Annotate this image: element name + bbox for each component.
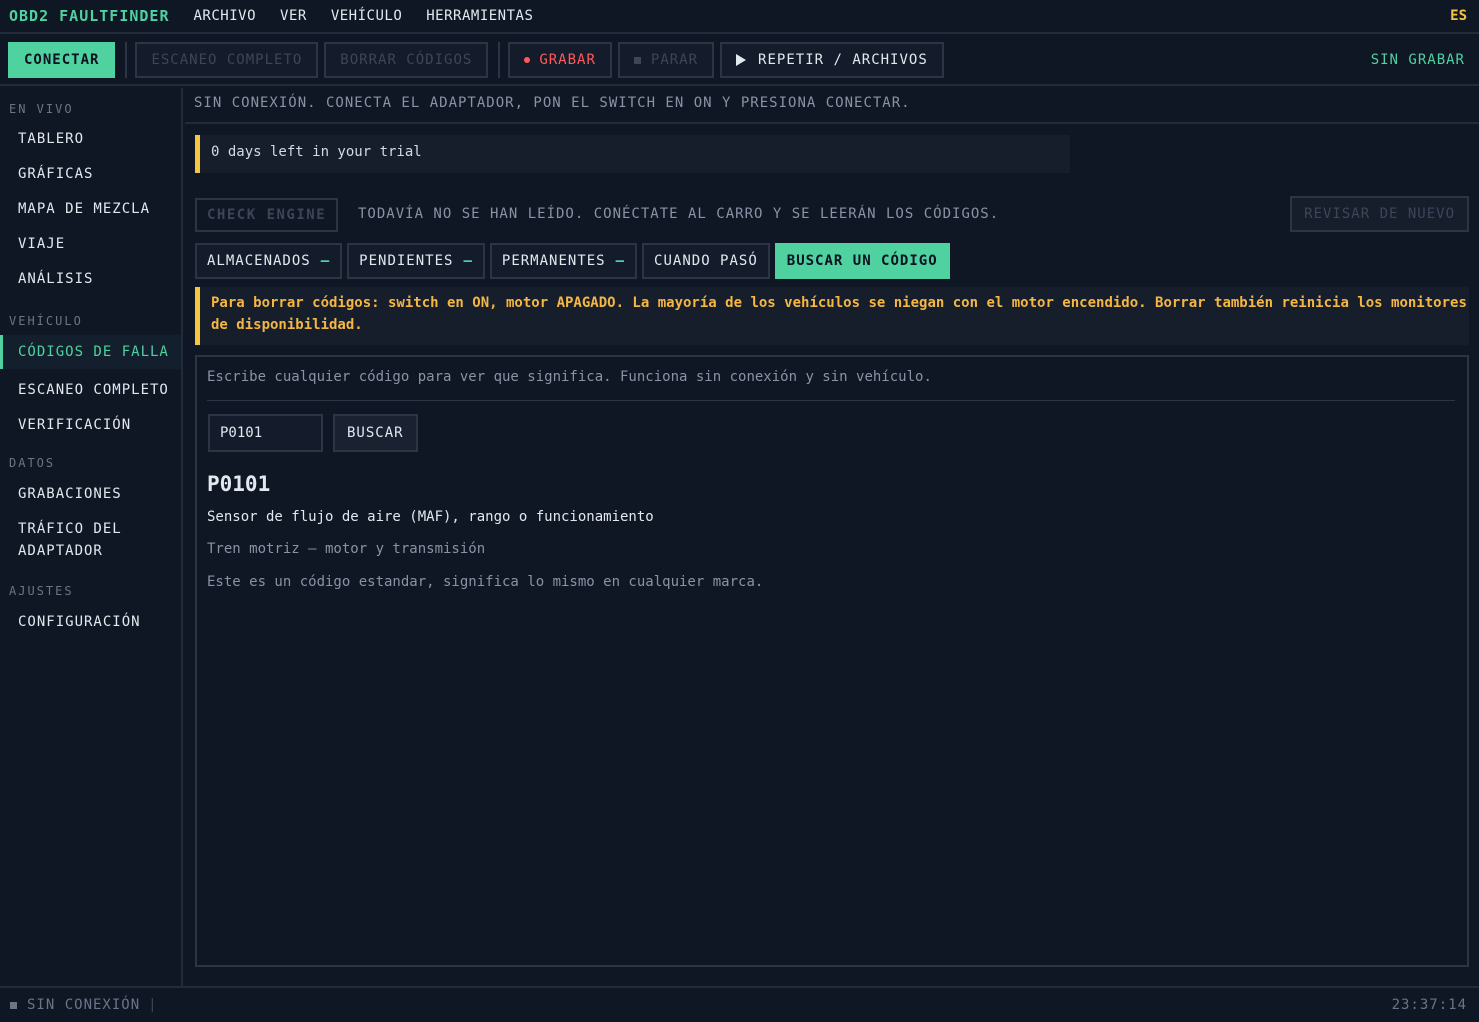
connect-button[interactable]: CONECTAR (8, 42, 116, 78)
code-note: Este es un código estandar, significa lo… (207, 574, 764, 590)
sidebar-item-codigos-falla[interactable]: CÓDIGOS DE FALLA (0, 335, 181, 369)
menu-herramientas[interactable]: HERRAMIENTAS (426, 8, 533, 24)
code-category: Tren motriz — motor y transmisión (207, 541, 486, 557)
tab-label: PENDIENTES (359, 253, 454, 269)
sidebar-item-mapa-mezcla[interactable]: MAPA DE MEZCLA (0, 192, 181, 226)
app-brand: OBD2 FAULTFINDER (9, 7, 170, 25)
play-icon (736, 54, 747, 66)
sidebar-section-live: EN VIVO (9, 102, 74, 116)
tab-pendientes[interactable]: PENDIENTES – (347, 243, 485, 279)
dtc-tabs: ALMACENADOS – PENDIENTES – PERMANENTES –… (195, 243, 955, 279)
replay-label: REPETIR / ARCHIVOS (758, 52, 928, 68)
connection-message: SIN CONEXIÓN. CONECTA EL ADAPTADOR, PON … (185, 88, 1479, 124)
menu-bar: OBD2 FAULTFINDER ARCHIVO VER VEHÍCULO HE… (0, 0, 1479, 34)
toolbar-divider (498, 42, 501, 78)
stop-label: PARAR (650, 52, 699, 68)
check-engine-indicator: CHECK ENGINE (195, 198, 339, 232)
stop-button[interactable]: PARAR (617, 42, 715, 78)
tab-almacenados[interactable]: ALMACENADOS – (195, 243, 343, 279)
sidebar-item-escaneo-completo[interactable]: ESCANEO COMPLETO (0, 373, 181, 407)
sidebar-item-trafico-adaptador[interactable]: TRÁFICO DEL ADAPTADOR (0, 512, 181, 568)
code-description: Sensor de flujo de aire (MAF), rango o f… (207, 509, 654, 525)
record-label: GRABAR (539, 52, 596, 68)
sidebar-section-settings: AJUSTES (9, 584, 74, 598)
toolbar-divider (125, 42, 128, 78)
sidebar-item-graficas[interactable]: GRÁFICAS (0, 157, 181, 191)
status-square-icon (10, 1001, 17, 1009)
sidebar-item-viaje[interactable]: VIAJE (0, 227, 181, 261)
tab-label: BUSCAR UN CÓDIGO (786, 253, 938, 269)
app-window: OBD2 FAULTFINDER ARCHIVO VER VEHÍCULO HE… (0, 0, 1479, 1022)
code-search-input[interactable] (208, 414, 323, 452)
sidebar: EN VIVO TABLERO GRÁFICAS MAPA DE MEZCLA … (0, 88, 183, 986)
sidebar-item-verificacion[interactable]: VERIFICACIÓN (0, 408, 181, 442)
status-divider: | (148, 997, 158, 1013)
sidebar-item-analisis[interactable]: ANÁLISIS (0, 262, 181, 296)
recording-status: SIN GRABAR (1370, 52, 1465, 68)
tab-label: ALMACENADOS (207, 253, 311, 269)
sidebar-section-vehicle: VEHÍCULO (9, 314, 83, 328)
tab-label: CUANDO PASÓ (654, 253, 758, 269)
status-bar: SIN CONEXIÓN | 23:37:14 (0, 986, 1479, 1022)
clear-codes-button[interactable]: BORRAR CÓDIGOS (324, 42, 489, 78)
code-title: P0101 (207, 472, 271, 496)
sidebar-item-tablero[interactable]: TABLERO (0, 122, 181, 156)
menu-archivo[interactable]: ARCHIVO (194, 8, 257, 24)
record-button[interactable]: GRABAR (508, 42, 612, 78)
status-clock: 23:37:14 (1391, 997, 1467, 1013)
clear-codes-warning: Para borrar códigos: switch en ON, motor… (195, 287, 1469, 345)
tab-cuando-paso[interactable]: CUANDO PASÓ (642, 243, 770, 279)
menu-ver[interactable]: VER (280, 8, 307, 24)
stop-square-icon (633, 56, 641, 64)
tab-buscar-codigo[interactable]: BUSCAR UN CÓDIGO (774, 243, 950, 279)
tab-count: – (320, 253, 331, 269)
tab-permanentes[interactable]: PERMANENTES – (489, 243, 638, 279)
tab-count: – (463, 253, 473, 269)
sidebar-section-data: DATOS (9, 456, 56, 470)
record-dot-icon (524, 57, 531, 63)
check-engine-message: TODAVÍA NO SE HAN LEÍDO. CONÉCTATE AL CA… (358, 206, 1000, 222)
language-toggle[interactable]: ES (1450, 8, 1467, 24)
sidebar-item-grabaciones[interactable]: GRABACIONES (0, 477, 181, 511)
connection-status-text: SIN CONEXIÓN (27, 997, 141, 1013)
replay-files-button[interactable]: REPETIR / ARCHIVOS (720, 42, 944, 78)
full-scan-button[interactable]: ESCANEO COMPLETO (135, 42, 319, 78)
code-lookup-panel: Escribe cualquier código para ver que si… (195, 355, 1469, 967)
search-button[interactable]: BUSCAR (333, 414, 418, 452)
toolbar: CONECTAR ESCANEO COMPLETO BORRAR CÓDIGOS… (0, 36, 1479, 86)
tab-count: – (615, 253, 626, 269)
trial-banner: 0 days left in your trial (195, 135, 1070, 173)
lookup-hint: Escribe cualquier código para ver que si… (207, 369, 1455, 401)
tab-label: PERMANENTES (501, 253, 606, 269)
menu-vehiculo[interactable]: VEHÍCULO (331, 8, 402, 24)
sidebar-item-configuracion[interactable]: CONFIGURACIÓN (0, 605, 181, 639)
connection-status: SIN CONEXIÓN | (10, 997, 158, 1013)
recheck-button[interactable]: REVISAR DE NUEVO (1290, 196, 1469, 232)
check-engine-row: CHECK ENGINE TODAVÍA NO SE HAN LEÍDO. CO… (195, 196, 1469, 232)
main-content: SIN CONEXIÓN. CONECTA EL ADAPTADOR, PON … (185, 88, 1479, 986)
